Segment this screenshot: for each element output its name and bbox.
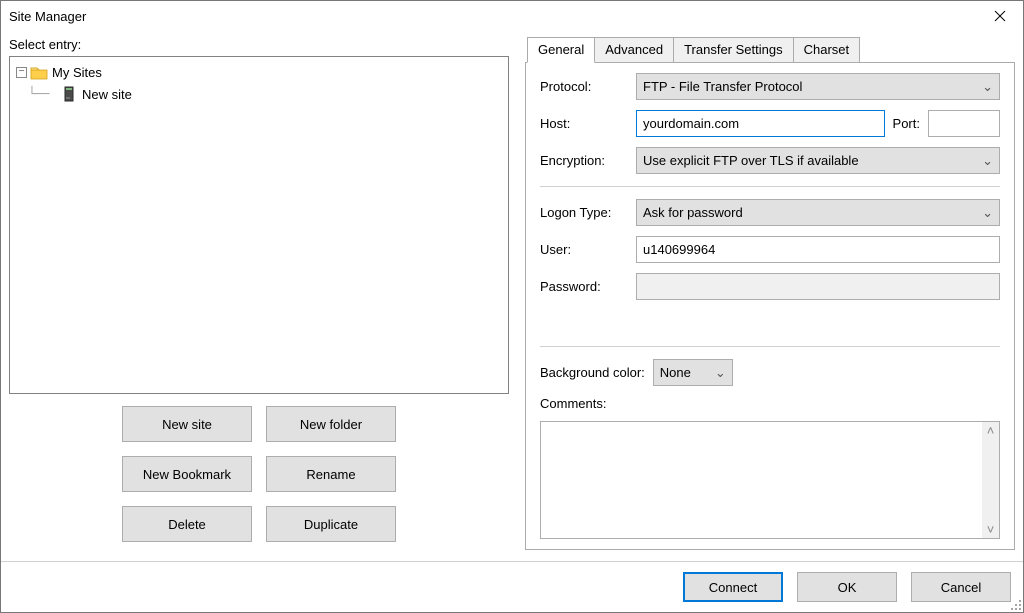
chevron-down-icon: ⌄ (982, 79, 993, 95)
new-folder-button[interactable]: New folder (266, 406, 396, 442)
window-title: Site Manager (9, 9, 977, 24)
host-field[interactable] (643, 111, 878, 136)
protocol-label: Protocol: (540, 79, 630, 94)
right-pane: General Advanced Transfer Settings Chars… (525, 37, 1015, 557)
password-input (636, 273, 1000, 300)
site-buttons: New site New folder New Bookmark Rename … (9, 406, 509, 542)
close-icon (994, 10, 1006, 22)
titlebar: Site Manager (1, 1, 1023, 31)
encryption-label: Encryption: (540, 153, 630, 168)
port-input[interactable] (928, 110, 1000, 137)
user-input[interactable] (636, 236, 1000, 263)
tree-root-node[interactable]: − My Sites (16, 61, 502, 83)
password-label: Password: (540, 279, 630, 294)
tree-child-label: New site (82, 87, 132, 102)
password-field (643, 274, 993, 299)
chevron-down-icon: ⌄ (982, 205, 993, 221)
tab-transfer-settings[interactable]: Transfer Settings (673, 37, 794, 62)
tree-collapse-toggle[interactable]: − (16, 67, 27, 78)
server-icon (62, 86, 76, 102)
scroll-up-icon[interactable]: ˄ (982, 422, 999, 439)
divider (540, 186, 1000, 187)
tab-charset[interactable]: Charset (793, 37, 861, 62)
select-entry-label: Select entry: (9, 37, 509, 52)
host-port-row: Port: (636, 110, 1000, 137)
folder-icon (30, 65, 48, 80)
chevron-down-icon: ⌄ (982, 153, 993, 169)
dialog-footer: Connect OK Cancel (1, 561, 1023, 612)
scroll-down-icon[interactable]: ˅ (982, 521, 999, 538)
comments-label: Comments: (540, 396, 1000, 411)
tree-line: └── (28, 87, 62, 102)
site-tree[interactable]: − My Sites └── (9, 56, 509, 394)
user-field[interactable] (643, 237, 993, 262)
encryption-value: Use explicit FTP over TLS if available (643, 153, 859, 168)
logon-type-value: Ask for password (643, 205, 743, 220)
bgcolor-value: None (660, 365, 691, 380)
logon-type-label: Logon Type: (540, 205, 630, 220)
port-field[interactable] (935, 111, 993, 136)
content-area: Select entry: − My Sites └── (1, 31, 1023, 561)
general-panel: Protocol: FTP - File Transfer Protocol ⌄… (525, 63, 1015, 550)
left-pane: Select entry: − My Sites └── (9, 37, 509, 557)
resize-grip-icon[interactable] (1008, 597, 1022, 611)
delete-button[interactable]: Delete (122, 506, 252, 542)
host-label: Host: (540, 116, 630, 131)
bgcolor-label: Background color: (540, 365, 645, 380)
new-bookmark-button[interactable]: New Bookmark (122, 456, 252, 492)
ok-button[interactable]: OK (797, 572, 897, 602)
tree-child-node[interactable]: └── New site (16, 83, 502, 105)
tab-advanced[interactable]: Advanced (594, 37, 674, 62)
chevron-down-icon: ⌄ (715, 365, 726, 381)
port-label: Port: (893, 116, 920, 131)
user-label: User: (540, 242, 630, 257)
bgcolor-select[interactable]: None ⌄ (653, 359, 733, 386)
new-site-button[interactable]: New site (122, 406, 252, 442)
close-button[interactable] (977, 1, 1023, 31)
host-input[interactable] (636, 110, 885, 137)
comments-area: ˄ ˅ (540, 421, 1000, 539)
rename-button[interactable]: Rename (266, 456, 396, 492)
divider (540, 346, 1000, 347)
encryption-select[interactable]: Use explicit FTP over TLS if available ⌄ (636, 147, 1000, 174)
tree-root-label: My Sites (52, 65, 102, 80)
tab-general[interactable]: General (527, 37, 595, 63)
tab-bar: General Advanced Transfer Settings Chars… (525, 37, 1015, 63)
comments-textarea[interactable] (541, 422, 982, 538)
logon-type-select[interactable]: Ask for password ⌄ (636, 199, 1000, 226)
bgcolor-row: Background color: None ⌄ (540, 359, 1000, 386)
protocol-select[interactable]: FTP - File Transfer Protocol ⌄ (636, 73, 1000, 100)
duplicate-button[interactable]: Duplicate (266, 506, 396, 542)
cancel-button[interactable]: Cancel (911, 572, 1011, 602)
protocol-value: FTP - File Transfer Protocol (643, 79, 802, 94)
scrollbar[interactable]: ˄ ˅ (982, 422, 999, 538)
connect-button[interactable]: Connect (683, 572, 783, 602)
